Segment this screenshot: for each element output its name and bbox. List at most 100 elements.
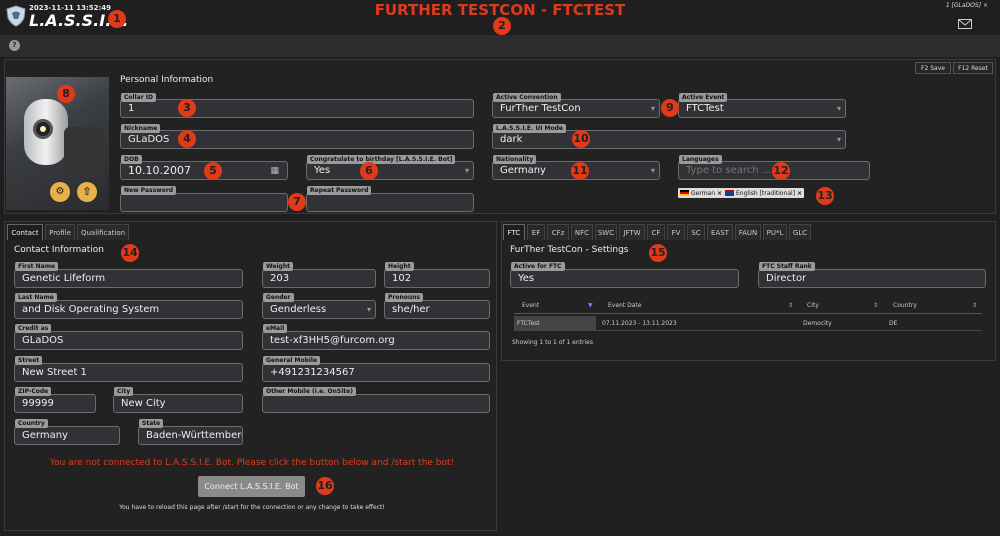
mail-icon[interactable] (958, 19, 972, 29)
annotation-badge: 7 (288, 193, 306, 211)
uk-flag-icon (725, 190, 734, 196)
tab-convention-glc[interactable]: GLC (789, 224, 811, 240)
annotation-badge: 6 (360, 162, 378, 180)
help-bar (0, 35, 1000, 57)
tab-qualification[interactable]: Qualification (77, 224, 129, 240)
languages-label: Languages (679, 155, 722, 164)
credit-as-label: Credit as (15, 324, 52, 333)
tab-convention-cfz[interactable]: CFz (547, 224, 569, 240)
last-name-label: Last Name (15, 293, 57, 302)
tab-contact[interactable]: Contact (7, 224, 43, 240)
personal-heading: Personal Information (120, 75, 214, 85)
column-header-event-date[interactable]: Event Date (608, 302, 641, 309)
save-button[interactable]: F2 Save (915, 62, 951, 74)
collar-id-field[interactable]: 1 (120, 99, 474, 118)
gender-select[interactable]: Genderless (262, 300, 376, 319)
city-field[interactable]: New City (113, 394, 243, 413)
first-name-field[interactable]: Genetic Lifeform (14, 269, 243, 288)
zip-field[interactable]: 99999 (14, 394, 96, 413)
country-label: Country (15, 419, 48, 428)
sort-icon[interactable]: ⇕ (873, 302, 878, 309)
last-name-field[interactable]: and Disk Operating System (14, 300, 243, 319)
nickname-field[interactable]: GLaDOS (120, 130, 474, 149)
tab-convention-fv[interactable]: FV (667, 224, 685, 240)
staff-rank-field[interactable]: Director (758, 269, 986, 288)
column-header-city[interactable]: City (807, 302, 819, 309)
help-icon[interactable]: ? (9, 40, 20, 51)
calendar-icon[interactable]: ▦ (270, 166, 279, 176)
tab-convention-ftc[interactable]: FTC (503, 224, 525, 240)
avatar-arm (64, 127, 104, 177)
weight-label: Weight (263, 262, 293, 271)
new-password-field[interactable] (120, 193, 288, 212)
upload-icon[interactable]: ⇧ (77, 182, 97, 202)
credit-as-field[interactable]: GLaDOS (14, 331, 243, 350)
annotation-badge: 16 (316, 477, 334, 495)
street-field[interactable]: New Street 1 (14, 363, 243, 382)
contact-tabs: Contact Profile Qualification (7, 224, 207, 240)
reset-button[interactable]: F12 Reset (953, 62, 993, 74)
mobile-field[interactable]: +491231234567 (262, 363, 490, 382)
annotation-badge: 12 (772, 162, 790, 180)
email-label: eMail (263, 324, 288, 333)
sort-desc-icon[interactable]: ▼ (588, 302, 593, 309)
pronouns-field[interactable]: she/her (384, 300, 490, 319)
annotation-badge: 5 (204, 162, 222, 180)
remove-tag-icon[interactable]: × (797, 190, 802, 197)
repeat-password-label: Repeat Password (307, 186, 372, 195)
active-for-field[interactable]: Yes (510, 269, 739, 288)
logout-icon[interactable]: × (983, 2, 988, 9)
other-mobile-field[interactable] (262, 394, 490, 413)
active-event-label: Active Event (679, 93, 728, 102)
avatar-eye-glow (40, 126, 46, 132)
birthday-label: Congratulate to birthday [L.A.S.S.I.E. B… (307, 155, 456, 164)
weight-field[interactable]: 203 (262, 269, 376, 288)
language-tag[interactable]: English [traditional] × (723, 188, 805, 198)
remove-tag-icon[interactable]: × (717, 190, 722, 197)
bot-warning: You are not connected to L.A.S.S.I.E. Bo… (49, 458, 455, 468)
annotation-badge: 14 (121, 244, 139, 262)
pronouns-label: Pronouns (385, 293, 423, 302)
annotation-badge: 11 (571, 162, 589, 180)
sort-icon[interactable]: ⇕ (972, 302, 977, 309)
table-row[interactable]: FTCTest 07.11.2023 - 13.11.2023 Democity… (514, 316, 982, 331)
annotation-badge: 9 (661, 99, 679, 117)
table-cell: FTCTest (514, 316, 596, 331)
tab-convention-east[interactable]: EAST (707, 224, 733, 240)
nationality-label: Nationality (493, 155, 537, 164)
tab-convention-swc[interactable]: SWC (595, 224, 617, 240)
sort-icon[interactable]: ⇕ (788, 302, 793, 309)
tab-convention-ef[interactable]: EF (527, 224, 545, 240)
tab-convention-nfc[interactable]: NFC (571, 224, 593, 240)
country-field[interactable]: Germany (14, 426, 120, 445)
email-field[interactable]: test-xf3HH5@furcom.org (262, 331, 490, 350)
city-label: City (114, 387, 134, 396)
settings-icon[interactable]: ⚙ (50, 182, 70, 202)
new-password-label: New Password (121, 186, 177, 195)
user-label[interactable]: 1 [GLaDOS] × (946, 2, 988, 9)
connect-bot-button[interactable]: Connect L.A.S.S.I.E. Bot (198, 476, 305, 497)
nickname-label: Nickname (121, 124, 161, 133)
language-tag[interactable]: German × (678, 188, 724, 198)
user-name[interactable]: 1 [GLaDOS] (946, 2, 981, 9)
annotation-badge: 15 (649, 244, 667, 262)
collar-id-label: Collar ID (121, 93, 156, 102)
table-cell: 07.11.2023 - 13.11.2023 (602, 320, 677, 327)
column-header-country[interactable]: Country (893, 302, 917, 309)
state-field[interactable]: Baden-Württemberg (138, 426, 243, 445)
annotation-badge: 2 (493, 17, 511, 35)
tab-convention-sc[interactable]: SC (687, 224, 705, 240)
tab-convention-pul[interactable]: PU*L (763, 224, 787, 240)
tab-convention-faun[interactable]: FAUN (735, 224, 761, 240)
tab-convention-cf[interactable]: CF (647, 224, 665, 240)
staff-rank-label: FTC Staff Rank (759, 262, 815, 271)
annotation-badge: 3 (178, 99, 196, 117)
annotation-badge: 1 (108, 10, 126, 28)
dob-label: DOB (121, 155, 142, 164)
height-field[interactable]: 102 (384, 269, 490, 288)
german-flag-icon (680, 190, 689, 196)
tab-profile[interactable]: Profile (45, 224, 75, 240)
repeat-password-field[interactable] (306, 193, 474, 212)
tab-convention-jftw[interactable]: JFTW (619, 224, 645, 240)
column-header-event[interactable]: Event (522, 302, 539, 309)
